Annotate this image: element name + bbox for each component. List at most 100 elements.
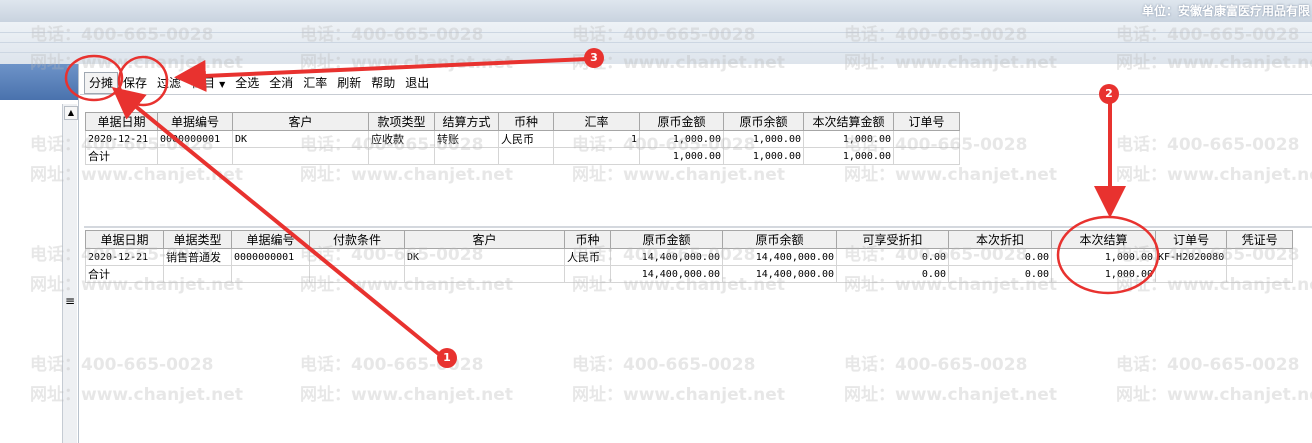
total-row: 合计 1,000.00 1,000.00 1,000.00: [85, 147, 960, 165]
header-current-settlement[interactable]: 本次结算: [1051, 230, 1156, 249]
annotation-badge-2: 2: [1099, 84, 1119, 104]
cell[interactable]: 1,000.00: [803, 130, 894, 148]
table-row[interactable]: 2020-12-21 销售普通发 0000000001 DK 人民币 14,40…: [85, 248, 1294, 266]
cell: 14,400,000.00: [722, 265, 837, 283]
grip-icon[interactable]: ≡: [65, 294, 75, 308]
cell[interactable]: 1,000.00: [723, 130, 804, 148]
watermark-site: 网址：www.chanjet.net: [844, 385, 1057, 405]
header-bill-no[interactable]: 单据编号: [157, 112, 233, 131]
cell[interactable]: 1,000.00: [639, 130, 724, 148]
header-bill-no[interactable]: 单据编号: [231, 230, 310, 249]
invoice-grid-header-row: 单据日期 单据类型 单据编号 付款条件 客户 币种 原币金额 原币余额 可享受折…: [85, 230, 1294, 249]
refresh-button[interactable]: 刷新: [332, 72, 366, 94]
help-button[interactable]: 帮助: [366, 72, 400, 94]
cell: 1,000.00: [723, 147, 804, 165]
cell[interactable]: 14,400,000.00: [722, 248, 837, 266]
header-payment-type[interactable]: 款项类型: [368, 112, 435, 131]
toolbar: 分摊 保存 过滤 栏目 ▼ 全选 全消 汇率 刷新 帮助 退出: [84, 72, 434, 94]
header-bill-date[interactable]: 单据日期: [85, 112, 158, 131]
watermark-phone: 电话：400-665-0028: [1116, 355, 1300, 375]
columns-button-label: 栏目: [191, 76, 216, 90]
columns-button[interactable]: 栏目 ▼: [186, 72, 230, 94]
exchange-rate-button[interactable]: 汇率: [298, 72, 332, 94]
cell: [368, 147, 435, 165]
header-order-no[interactable]: 订单号: [1154, 230, 1228, 249]
cell[interactable]: 0.00: [948, 248, 1052, 266]
annotation-badge-1: 1: [437, 348, 457, 368]
grid-splitter[interactable]: [84, 226, 1312, 228]
cell: [553, 147, 640, 165]
cell[interactable]: 人民币: [498, 130, 554, 148]
cell: 1,000.00: [639, 147, 724, 165]
header-currency[interactable]: 币种: [498, 112, 554, 131]
header-order-no[interactable]: 订单号: [893, 112, 960, 131]
cell: [1154, 265, 1228, 283]
cell[interactable]: [1226, 248, 1294, 266]
left-scrollbar[interactable]: ▲ ≡: [62, 104, 78, 443]
save-button[interactable]: 保存: [118, 72, 152, 94]
header-original-amount[interactable]: 原币金额: [610, 230, 723, 249]
cell[interactable]: 2020-12-21: [85, 248, 164, 266]
filter-button[interactable]: 过滤: [152, 72, 186, 94]
annotation-badge-3: 3: [584, 48, 604, 68]
toolbar-divider: [80, 94, 1312, 95]
header-bill-date[interactable]: 单据日期: [85, 230, 164, 249]
cell[interactable]: 应收款: [368, 130, 435, 148]
header-available-discount[interactable]: 可享受折扣: [836, 230, 949, 249]
table-row[interactable]: 2020-12-21 0000000001 DK 应收款 转账 人民币 1 1,…: [85, 130, 960, 148]
cell[interactable]: KF-H2020080: [1154, 248, 1228, 266]
header-customer[interactable]: 客户: [404, 230, 565, 249]
cell[interactable]: 转账: [434, 130, 499, 148]
cell[interactable]: DK: [232, 130, 369, 148]
watermark-site: 网址：www.chanjet.net: [1116, 165, 1312, 185]
up-arrow-icon[interactable]: ▲: [64, 106, 78, 120]
title-bar: 单位：安徽省康富医疗用品有限: [0, 0, 1312, 22]
deselect-all-button[interactable]: 全消: [264, 72, 298, 94]
watermark-site: 网址：www.chanjet.net: [572, 385, 785, 405]
exit-button[interactable]: 退出: [400, 72, 434, 94]
cell: [498, 147, 554, 165]
cell[interactable]: [893, 130, 960, 148]
receipt-grid: 单据日期 单据编号 客户 款项类型 结算方式 币种 汇率 原币金额 原币余额 本…: [85, 112, 960, 165]
allocate-button[interactable]: 分摊: [84, 72, 119, 94]
watermark-phone: 电话：400-665-0028: [1116, 135, 1300, 155]
cell[interactable]: 销售普通发: [163, 248, 232, 266]
cell: [232, 147, 369, 165]
annotation-overlay: [64, 54, 1160, 357]
cell[interactable]: 14,400,000.00: [610, 248, 723, 266]
watermark-phone: 电话：400-665-0028: [572, 355, 756, 375]
cell: [564, 265, 611, 283]
header-customer[interactable]: 客户: [232, 112, 369, 131]
company-unit-label: 单位：安徽省康富医疗用品有限: [1141, 4, 1310, 18]
triangle-down-icon[interactable]: ▼: [219, 80, 225, 89]
cell: [163, 265, 232, 283]
cell[interactable]: 2020-12-21: [85, 130, 158, 148]
header-original-balance[interactable]: 原币余额: [723, 112, 804, 131]
cell[interactable]: 0.00: [836, 248, 949, 266]
cell[interactable]: 1: [553, 130, 640, 148]
header-payment-terms[interactable]: 付款条件: [309, 230, 405, 249]
header-settlement-method[interactable]: 结算方式: [434, 112, 499, 131]
header-exchange-rate[interactable]: 汇率: [553, 112, 640, 131]
header-bill-type[interactable]: 单据类型: [163, 230, 232, 249]
cell[interactable]: [309, 248, 405, 266]
cell[interactable]: 人民币: [564, 248, 611, 266]
cell: [309, 265, 405, 283]
header-currency[interactable]: 币种: [564, 230, 611, 249]
cell: 1,000.00: [1051, 265, 1156, 283]
left-panel-header: [0, 64, 78, 100]
cell[interactable]: DK: [404, 248, 565, 266]
header-current-discount[interactable]: 本次折扣: [948, 230, 1052, 249]
header-voucher-no[interactable]: 凭证号: [1226, 230, 1294, 249]
select-all-button[interactable]: 全选: [230, 72, 264, 94]
header-settlement-amount[interactable]: 本次结算金额: [803, 112, 894, 131]
cell: [1226, 265, 1294, 283]
header-original-amount[interactable]: 原币金额: [639, 112, 724, 131]
cell[interactable]: 0000000001: [231, 248, 310, 266]
cell: [434, 147, 499, 165]
current-settlement-input[interactable]: 1,000.00: [1051, 248, 1156, 266]
cell[interactable]: 0000000001: [157, 130, 233, 148]
watermark-site: 网址：www.chanjet.net: [300, 385, 513, 405]
header-original-balance[interactable]: 原币余额: [722, 230, 837, 249]
cell: 0.00: [948, 265, 1052, 283]
